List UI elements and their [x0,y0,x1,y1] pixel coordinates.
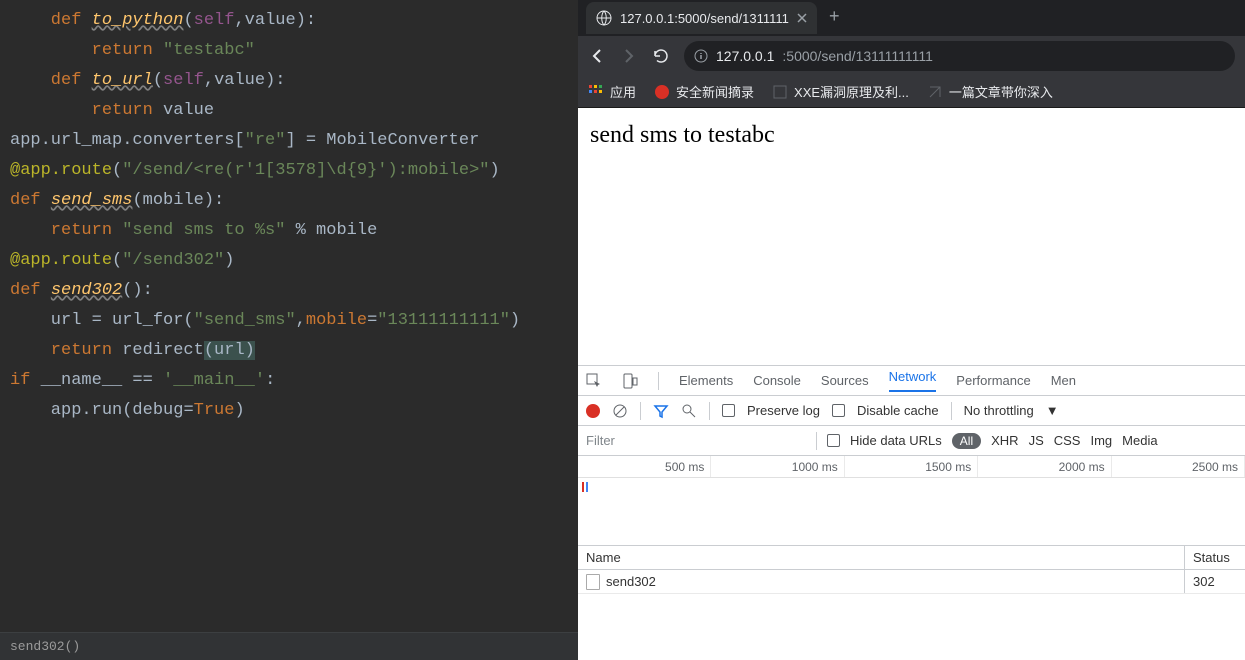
filter-input[interactable] [586,433,806,448]
globe-icon [596,10,612,26]
network-controls: Preserve log Disable cache No throttling… [578,396,1245,426]
browser-window: 127.0.0.1:5000/send/1311111 + 127.0.0.1:… [578,0,1245,660]
preserve-log-label: Preserve log [747,403,820,418]
url-path: :5000/send/13111111111 [782,48,933,64]
apps-icon [588,84,604,100]
filter-all[interactable]: All [952,433,981,449]
browser-toolbar: 127.0.0.1 :5000/send/13111111111 [578,36,1245,76]
code-editor: def to_python(self,value): return "testa… [0,0,578,660]
tab-sources[interactable]: Sources [821,373,869,388]
document-icon [586,574,600,590]
record-button[interactable] [586,404,600,418]
throttling-select[interactable]: No throttling [964,403,1034,418]
filter-media[interactable]: Media [1122,433,1157,448]
url-host: 127.0.0.1 [716,48,774,64]
fn-to-url: to_url [92,71,153,90]
fn-send302: send302 [51,281,122,300]
filter-js[interactable]: JS [1029,433,1044,448]
tab-elements[interactable]: Elements [679,373,733,388]
fn-to-python: to_python [92,11,184,30]
filter-icon[interactable] [653,403,669,419]
address-bar[interactable]: 127.0.0.1 :5000/send/13111111111 [684,41,1235,71]
tick: 2500 ms [1112,456,1245,477]
bookmarks-bar: 应用 安全新闻摘录 XXE漏洞原理及利... 一篇文章带你深入 [578,76,1245,108]
page-content: send sms to testabc [578,108,1245,365]
row-name: send302 [606,574,656,589]
tab-title: 127.0.0.1:5000/send/1311111 [620,11,789,26]
filter-css[interactable]: CSS [1054,433,1081,448]
inspect-icon[interactable] [586,373,602,389]
devtools-panel: Elements Console Sources Network Perform… [578,365,1245,660]
preserve-log-checkbox[interactable] [722,404,735,417]
devtools-tabs: Elements Console Sources Network Perform… [578,366,1245,396]
filter-row: Hide data URLs All XHR JS CSS Img Media [578,426,1245,456]
tab-network[interactable]: Network [889,369,937,392]
chevron-down-icon[interactable]: ▼ [1046,403,1059,418]
tab-performance[interactable]: Performance [956,373,1030,388]
tick: 1000 ms [711,456,844,477]
reload-button[interactable] [652,47,670,65]
fn-send-sms: send_sms [51,191,133,210]
bookmark-item[interactable]: 安全新闻摘录 [654,82,754,101]
code-body[interactable]: def to_python(self,value): return "testa… [0,0,578,632]
info-icon[interactable] [694,49,708,63]
tick: 1500 ms [845,456,978,477]
back-button[interactable] [588,47,606,65]
tick: 2000 ms [978,456,1111,477]
col-name[interactable]: Name [578,546,1185,569]
table-row[interactable]: send302 302 [578,570,1245,594]
tab-strip: 127.0.0.1:5000/send/1311111 + [578,0,1245,36]
apps-button[interactable]: 应用 [588,82,636,101]
bookmark-icon [772,84,788,100]
filter-img[interactable]: Img [1090,433,1112,448]
clear-button[interactable] [612,403,628,419]
close-icon[interactable] [797,13,807,23]
device-icon[interactable] [622,373,638,389]
bookmark-icon [654,84,670,100]
forward-button[interactable] [620,47,638,65]
hide-urls-checkbox[interactable] [827,434,840,447]
row-status: 302 [1185,570,1245,593]
new-tab-button[interactable]: + [829,8,840,28]
search-icon[interactable] [681,403,697,419]
tab-console[interactable]: Console [753,373,801,388]
hide-urls-label: Hide data URLs [850,433,942,448]
page-text: send sms to testabc [590,122,775,148]
bookmark-item[interactable]: XXE漏洞原理及利... [772,82,909,101]
bookmark-icon [927,84,943,100]
table-header: Name Status [578,546,1245,570]
request-table: Name Status send302 302 [578,546,1245,660]
disable-cache-label: Disable cache [857,403,939,418]
browser-tab[interactable]: 127.0.0.1:5000/send/1311111 [586,2,817,34]
kw-def: def [10,11,92,30]
tab-memory[interactable]: Men [1051,373,1076,388]
breadcrumb: send302() [0,632,578,660]
disable-cache-checkbox[interactable] [832,404,845,417]
timeline[interactable]: 500 ms 1000 ms 1500 ms 2000 ms 2500 ms [578,456,1245,546]
filter-xhr[interactable]: XHR [991,433,1018,448]
col-status[interactable]: Status [1185,546,1245,569]
bookmark-item[interactable]: 一篇文章带你深入 [927,82,1053,101]
tick: 500 ms [578,456,711,477]
